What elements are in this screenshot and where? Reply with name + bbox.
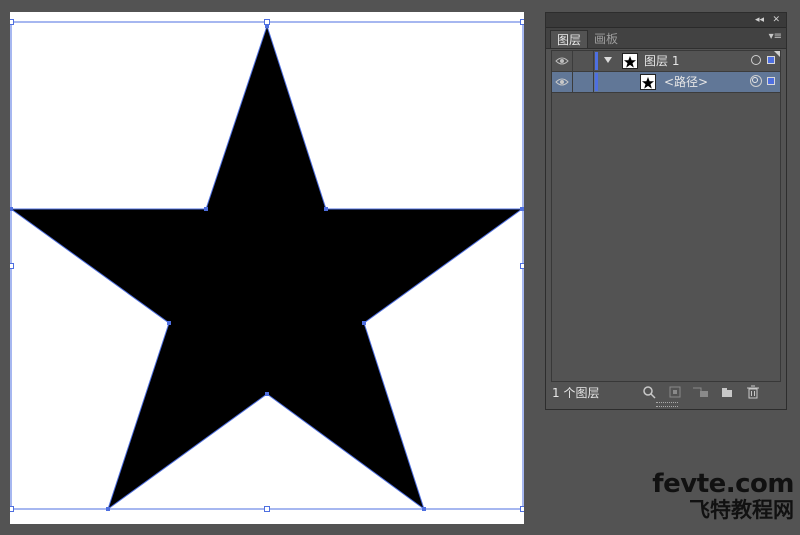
disclosure-triangle-icon[interactable] bbox=[604, 57, 612, 63]
create-new-layer-icon[interactable] bbox=[720, 385, 734, 403]
star-artwork[interactable] bbox=[10, 12, 524, 524]
layer-list[interactable]: 图层 1 <路径> bbox=[551, 50, 781, 382]
panel-footer: 1 个图层 bbox=[546, 382, 786, 409]
layer-color-bar bbox=[595, 73, 598, 91]
handle-bottom-right bbox=[520, 506, 524, 512]
eye-icon bbox=[555, 78, 569, 86]
layer-count: 1 个图层 bbox=[552, 386, 600, 400]
collapse-panel-icon[interactable]: ◂◂ bbox=[755, 13, 764, 27]
watermark-site-name: 飞特教程网 bbox=[689, 498, 794, 522]
corner-triangle-icon bbox=[774, 51, 780, 57]
close-panel-icon[interactable]: ✕ bbox=[772, 13, 780, 27]
tab-layers[interactable]: 图层 bbox=[550, 30, 589, 48]
layers-panel: ◂◂ ✕ 图层 画板 ▾≡ 图层 1 <路径> 1 个图层 bbox=[545, 12, 787, 410]
path-name[interactable]: <路径> bbox=[664, 72, 708, 92]
layer-name[interactable]: 图层 1 bbox=[644, 51, 679, 71]
watermark: fevte.com 飞特教程网 bbox=[634, 470, 794, 522]
star-path[interactable] bbox=[10, 24, 524, 511]
selection-indicator[interactable] bbox=[767, 56, 775, 64]
layer-row-layer-1[interactable]: 图层 1 bbox=[552, 51, 780, 72]
eye-icon bbox=[555, 57, 569, 65]
star-thumbnail-icon bbox=[642, 77, 654, 89]
layer-row-path[interactable]: <路径> bbox=[552, 72, 780, 93]
visibility-toggle[interactable] bbox=[552, 51, 573, 71]
handle-bottom-left bbox=[10, 506, 14, 512]
artboard[interactable] bbox=[10, 12, 524, 524]
lock-toggle[interactable] bbox=[573, 72, 594, 92]
target-circle-selected-icon[interactable] bbox=[750, 75, 762, 87]
visibility-toggle[interactable] bbox=[552, 72, 573, 92]
handle-top-left bbox=[10, 19, 14, 25]
tab-artboards[interactable]: 画板 bbox=[588, 30, 624, 48]
panel-menu-icon[interactable]: ▾≡ bbox=[769, 31, 782, 42]
delete-icon[interactable] bbox=[746, 385, 760, 403]
watermark-domain: fevte.com bbox=[652, 469, 794, 499]
create-sublayer-icon[interactable] bbox=[692, 385, 710, 403]
handle-middle-left bbox=[10, 263, 14, 269]
selection-indicator[interactable] bbox=[767, 77, 775, 85]
handle-top-center bbox=[264, 19, 270, 25]
lock-toggle[interactable] bbox=[573, 51, 594, 71]
make-clipping-mask-icon[interactable] bbox=[668, 385, 682, 403]
handle-middle-right bbox=[520, 263, 524, 269]
layer-color-bar bbox=[595, 52, 598, 70]
panel-tab-bar: 图层 画板 ▾≡ bbox=[546, 28, 786, 49]
locate-object-icon[interactable] bbox=[642, 385, 656, 403]
handle-bottom-center bbox=[264, 506, 270, 512]
resize-grip[interactable] bbox=[656, 402, 678, 407]
target-circle-icon[interactable] bbox=[751, 55, 761, 65]
path-thumbnail bbox=[640, 74, 656, 90]
star-thumbnail-icon bbox=[624, 56, 636, 68]
layer-thumbnail bbox=[622, 53, 638, 69]
panel-titlebar[interactable]: ◂◂ ✕ bbox=[546, 13, 786, 28]
handle-top-right bbox=[520, 19, 524, 25]
